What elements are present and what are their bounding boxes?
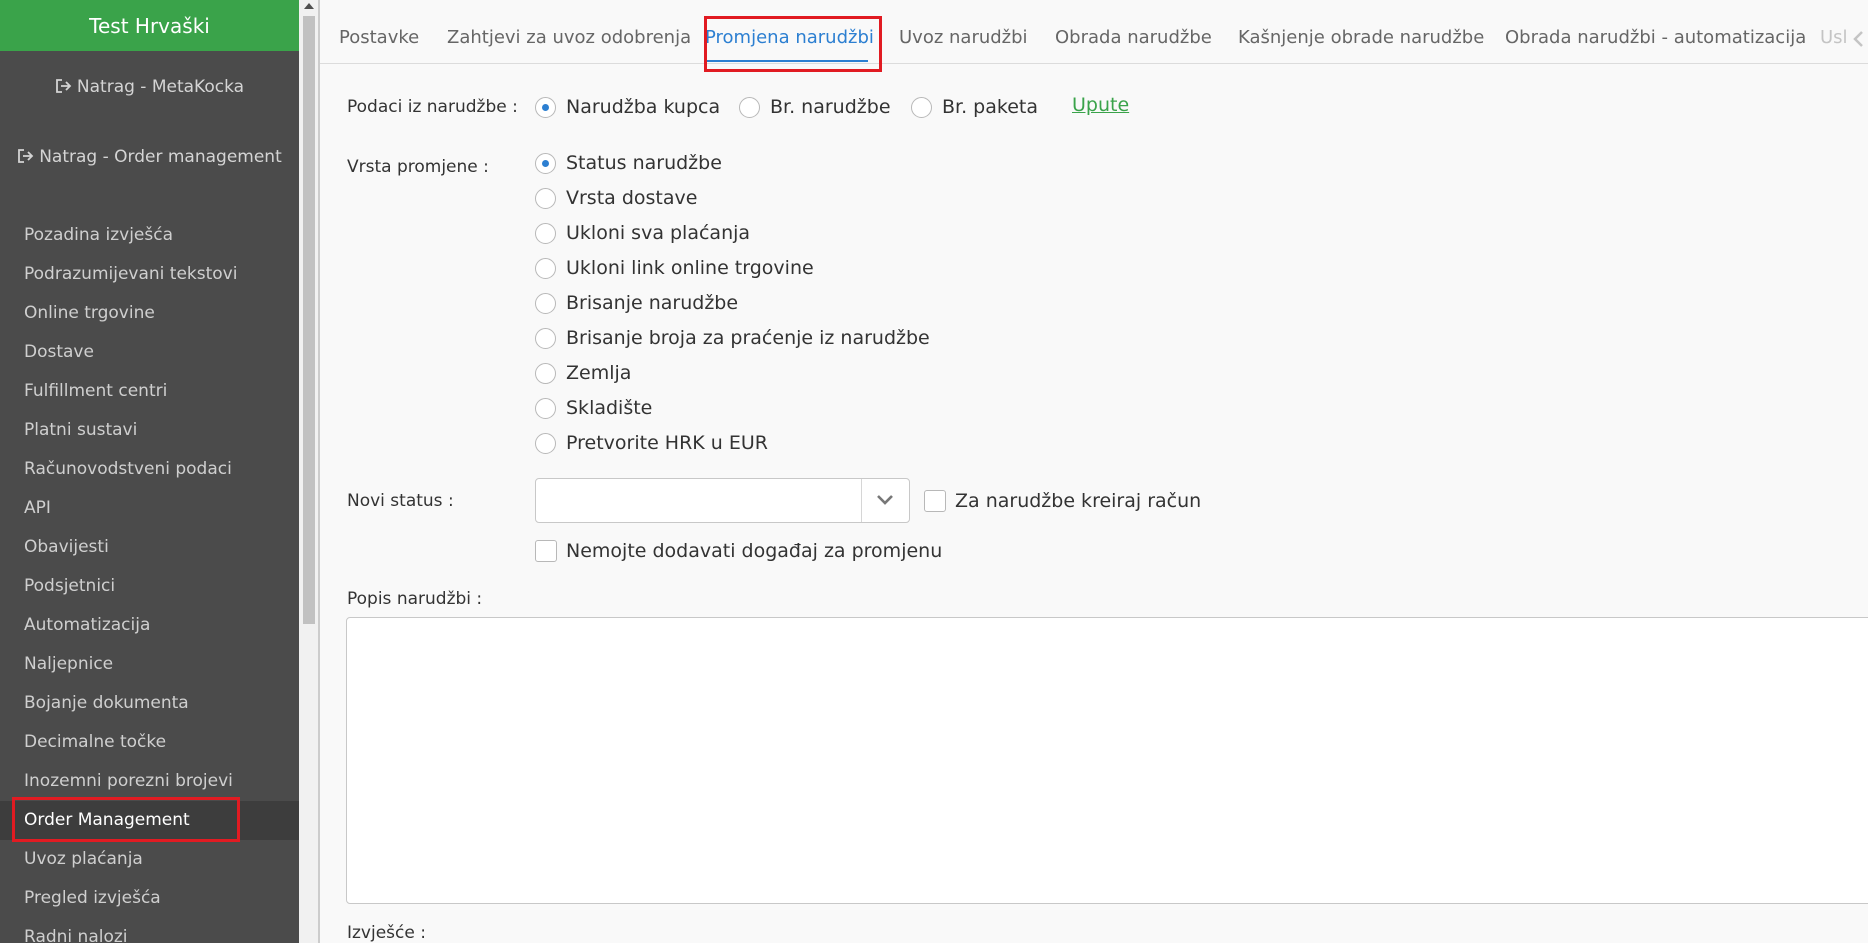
tab-zahtjevi-za-uvoz-odobrenja[interactable]: Zahtjevi za uvoz odobrenja [447, 27, 691, 48]
radio-button[interactable] [911, 96, 932, 118]
highlight-box-sidebar [12, 797, 240, 842]
change-option-skladiste[interactable]: Skladište [535, 395, 652, 421]
radio-button[interactable] [535, 257, 556, 279]
option-label: Narudžba kupca [566, 96, 721, 118]
change-type-label: Vrsta promjene : [347, 157, 489, 177]
back-metakocka-link[interactable]: Natrag - MetaKocka [0, 77, 299, 99]
sidebar-item-radni-nalozi[interactable]: Radni nalozi [0, 918, 299, 943]
change-option-vrsta-dostave[interactable]: Vrsta dostave [535, 185, 697, 211]
option-label: Vrsta dostave [566, 187, 698, 209]
radio-button[interactable] [535, 222, 556, 244]
option-label: Br. paketa [942, 96, 1038, 118]
source-option-narudzba-kupca[interactable]: Narudžba kupca [535, 94, 720, 120]
sidebar-item-racunovodstveni-podaci[interactable]: Računovodstveni podaci [0, 450, 299, 489]
tab-usl[interactable]: Usl [1820, 27, 1848, 48]
source-option-br-paketa[interactable]: Br. paketa [911, 94, 1038, 120]
radio-button[interactable] [535, 152, 556, 174]
radio-button[interactable] [535, 96, 556, 118]
source-option-br-narudzbe[interactable]: Br. narudžbe [739, 94, 891, 120]
tab-obrada-narudzbe[interactable]: Obrada narudžbe [1055, 27, 1212, 48]
divider [318, 0, 320, 943]
sidebar-item-dostave[interactable]: Dostave [0, 333, 299, 372]
option-label: Zemlja [566, 362, 632, 384]
radio-button[interactable] [535, 327, 556, 349]
sidebar-item-pozadina-izvjesca[interactable]: Pozadina izvješća [0, 216, 299, 255]
back-order-management-label: Natrag - Order management [39, 147, 282, 167]
orders-list-label: Popis narudžbi : [347, 589, 483, 609]
sidebar-item-api[interactable]: API [0, 489, 299, 528]
sidebar-item-podsjetnici[interactable]: Podsjetnici [0, 567, 299, 606]
option-label: Ukloni sva plaćanja [566, 222, 751, 244]
highlight-box-tab [704, 16, 882, 72]
chevron-down-icon[interactable] [876, 491, 894, 513]
radio-button[interactable] [535, 432, 556, 454]
no-event-checkbox[interactable] [535, 540, 557, 562]
sidebar-item-bojanje-dokumenta[interactable]: Bojanje dokumenta [0, 684, 299, 723]
exit-icon [55, 78, 73, 99]
radio-button[interactable] [535, 292, 556, 314]
scroll-up-arrow-icon[interactable] [304, 3, 314, 9]
sidebar-item-inozemni-porezni-brojevi[interactable]: Inozemni porezni brojevi [0, 762, 299, 801]
orders-list-textarea[interactable] [346, 617, 1868, 904]
option-label: Ukloni link online trgovine [566, 257, 814, 279]
new-status-select[interactable] [535, 478, 910, 523]
tab-postavke[interactable]: Postavke [339, 27, 419, 48]
back-order-management-link[interactable]: Natrag - Order management [0, 147, 299, 169]
report-label: Izvješće : [347, 923, 426, 943]
sidebar-item-naljepnice[interactable]: Naljepnice [0, 645, 299, 684]
option-label: Skladište [566, 397, 653, 419]
radio-button[interactable] [739, 96, 760, 118]
change-option-ukloni-sva-placanja[interactable]: Ukloni sva plaćanja [535, 220, 750, 246]
create-invoice-checkbox-row[interactable]: Za narudžbe kreiraj račun [924, 488, 1201, 514]
no-event-label: Nemojte dodavati događaj za promjenu [566, 540, 943, 562]
sidebar-item-podrazumijevani-tekstovi[interactable]: Podrazumijevani tekstovi [0, 255, 299, 294]
sidebar-item-automatizacija[interactable]: Automatizacija [0, 606, 299, 645]
sidebar-item-uvoz-placanja[interactable]: Uvoz plaćanja [0, 840, 299, 879]
change-option-brisanje-narudzbe[interactable]: Brisanje narudžbe [535, 290, 738, 316]
option-label: Status narudžbe [566, 152, 722, 174]
tab-obrada-narudzbi-automatizacija[interactable]: Obrada narudžbi - automatizacija [1505, 27, 1806, 48]
back-metakocka-label: Natrag - MetaKocka [76, 77, 245, 97]
tab-uvoz-narudzbi[interactable]: Uvoz narudžbi [899, 27, 1028, 48]
sidebar-item-pregled-izvjesca[interactable]: Pregled izvješća [0, 879, 299, 918]
option-label: Pretvorite HRK u EUR [566, 432, 768, 454]
change-option-brisanje-broja-za-pracenje[interactable]: Brisanje broja za praćenje iz narudžbe [535, 325, 930, 351]
sidebar-item-obavijesti[interactable]: Obavijesti [0, 528, 299, 567]
tab-bar: Postavke Zahtjevi za uvoz odobrenja Prom… [320, 0, 1868, 64]
sidebar-item-decimalne-tocke[interactable]: Decimalne točke [0, 723, 299, 762]
sidebar-item-online-trgovine[interactable]: Online trgovine [0, 294, 299, 333]
create-invoice-checkbox[interactable] [924, 490, 946, 512]
app-title: Test Hrvaški [0, 0, 299, 51]
scrollbar-thumb[interactable] [303, 16, 315, 624]
exit-icon [17, 148, 35, 169]
tab-kasnjenje-obrade-narudzbe[interactable]: Kašnjenje obrade narudžbe [1238, 27, 1484, 48]
sidebar-item-fulfillment-centri[interactable]: Fulfillment centri [0, 372, 299, 411]
change-option-zemlja[interactable]: Zemlja [535, 360, 631, 386]
no-event-checkbox-row[interactable]: Nemojte dodavati događaj za promjenu [535, 538, 942, 564]
change-option-status-narudzbe[interactable]: Status narudžbe [535, 150, 722, 176]
option-label: Br. narudžbe [770, 96, 891, 118]
option-label: Brisanje narudžbe [566, 292, 739, 314]
create-invoice-label: Za narudžbe kreiraj račun [955, 490, 1202, 512]
radio-button[interactable] [535, 397, 556, 419]
radio-button[interactable] [535, 362, 556, 384]
source-label: Podaci iz narudžbe : [347, 97, 518, 117]
change-option-ukloni-link-online-trgovine[interactable]: Ukloni link online trgovine [535, 255, 814, 281]
radio-button[interactable] [535, 187, 556, 209]
option-label: Brisanje broja za praćenje iz narudžbe [566, 327, 930, 349]
instructions-link[interactable]: Upute [1072, 94, 1129, 116]
sidebar-item-platni-sustavi[interactable]: Platni sustavi [0, 411, 299, 450]
new-status-label: Novi status : [347, 491, 454, 511]
tabs-scroll-left-icon[interactable] [1852, 30, 1864, 52]
select-divider [861, 479, 862, 522]
change-option-pretvorite-hrk-u-eur[interactable]: Pretvorite HRK u EUR [535, 430, 768, 456]
